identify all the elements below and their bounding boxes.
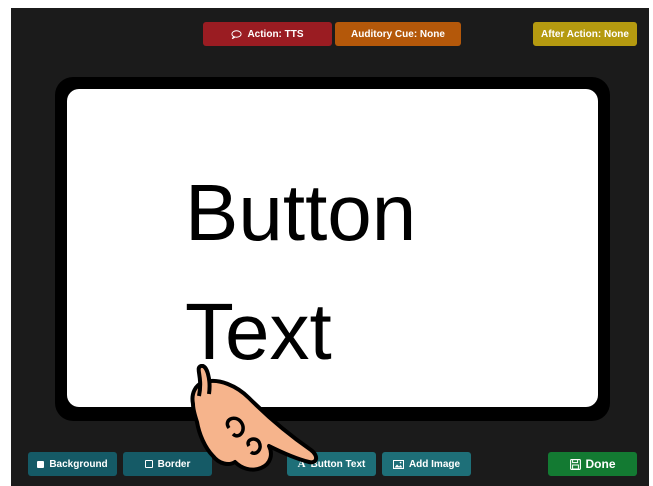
after-action-button[interactable]: After Action: None (533, 22, 637, 46)
filled-square-icon (37, 460, 45, 468)
after-action-label: After Action: None (541, 28, 629, 40)
background-label: Background (49, 458, 108, 470)
border-label: Border (157, 458, 191, 470)
editor-panel: Action: TTS Auditory Cue: None After Act… (11, 8, 649, 486)
outline-square-icon (144, 460, 153, 468)
add-image-label: Add Image (408, 458, 461, 470)
button-preview-border[interactable]: Button Text (55, 77, 610, 421)
pointing-hand-icon (190, 364, 318, 472)
done-label: Done (585, 457, 616, 471)
done-button[interactable]: Done (548, 452, 637, 476)
auditory-cue-button[interactable]: Auditory Cue: None (335, 22, 461, 46)
button-preview-text: Button Text (185, 168, 417, 376)
background-button[interactable]: Background (28, 452, 117, 476)
button-preview[interactable]: Button Text (67, 89, 598, 407)
action-button[interactable]: Action: TTS (203, 22, 332, 46)
add-image-button[interactable]: Add Image (382, 452, 471, 476)
speech-bubble-icon (231, 29, 243, 39)
action-label: Action: TTS (247, 28, 304, 40)
image-icon (392, 459, 404, 469)
save-disk-icon (569, 458, 581, 470)
auditory-cue-label: Auditory Cue: None (351, 28, 445, 40)
